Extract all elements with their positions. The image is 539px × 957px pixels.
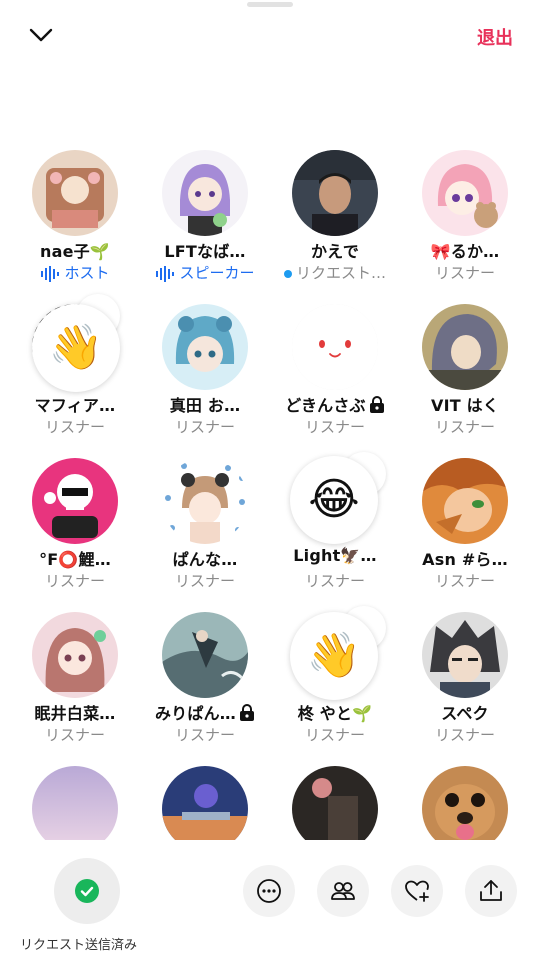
participant-role: リスナー — [44, 726, 105, 744]
favorite-add-button[interactable] — [391, 865, 443, 917]
avatar — [162, 612, 248, 698]
participant-name: みりぱん… — [140, 700, 270, 724]
lock-icon — [240, 704, 254, 721]
more-options-button[interactable] — [243, 865, 295, 917]
request-dot-icon — [283, 269, 292, 278]
participant-role: リスナー — [304, 418, 365, 436]
avatar — [292, 304, 378, 390]
avatar — [32, 150, 118, 236]
check-icon — [75, 879, 99, 903]
avatar — [292, 766, 378, 840]
share-button[interactable] — [465, 865, 517, 917]
avatar — [162, 304, 248, 390]
participant-role: リスナー — [174, 418, 235, 436]
people-icon — [331, 882, 355, 900]
participant-role: リスナー — [174, 572, 235, 590]
request-sent-button[interactable] — [54, 858, 120, 924]
participant-name: Asn #ら… — [422, 550, 508, 569]
participant-role: リスナー — [434, 264, 495, 282]
avatar — [32, 458, 118, 544]
participant-role: リスナー — [434, 572, 495, 590]
lock-icon — [369, 396, 384, 413]
participant-name: Light🦅… — [293, 546, 377, 565]
collapse-button[interactable] — [24, 20, 60, 50]
audio-wave-icon — [156, 265, 175, 282]
participants-button[interactable] — [317, 865, 369, 917]
laugh-icon: 😂 — [308, 474, 360, 525]
bottom-action-bar: リクエスト送信済み — [0, 840, 539, 957]
participant-name: LFTなば… — [164, 242, 246, 261]
audio-wave-icon — [41, 265, 60, 282]
participant-role: リスナー — [434, 726, 495, 744]
participant-name: nae子🌱 — [40, 242, 110, 261]
participant-role: リスナー — [304, 726, 365, 744]
avatar — [422, 150, 508, 236]
avatar — [32, 766, 118, 840]
participant-name: °F⭕鯉… — [39, 550, 111, 569]
request-sent-label: リクエスト送信済み — [20, 938, 138, 953]
participant-name: 眠井白菜… — [34, 704, 116, 723]
avatar — [292, 150, 378, 236]
participant-role: ホスト — [10, 262, 140, 283]
participant-role: リスナー — [44, 418, 105, 436]
participant-name: どきんさぶ — [270, 392, 400, 416]
participant-role: リスナー — [304, 572, 365, 590]
avatar — [422, 458, 508, 544]
avatar — [32, 612, 118, 698]
participant-name: ぱんな… — [172, 550, 238, 569]
participant-role: リスナー — [174, 726, 235, 744]
more-icon — [257, 879, 281, 903]
participant-name: マフィア… — [34, 396, 116, 415]
participant-role: リスナー — [44, 572, 105, 590]
participant-name: 真田 お… — [169, 396, 241, 415]
heart-add-icon — [405, 880, 429, 902]
reaction-bubble: 👋 — [290, 612, 378, 700]
avatar — [422, 304, 508, 390]
participant-name: スペク — [441, 704, 489, 723]
participant-name: かえで — [310, 242, 360, 261]
participant-name: VIT はく — [430, 396, 500, 415]
leave-button[interactable]: 退出 — [477, 24, 513, 50]
participant-role: リクエスト… — [270, 262, 400, 283]
avatar — [422, 766, 508, 840]
reaction-bubble: 😂 — [290, 456, 378, 544]
avatar — [162, 766, 248, 840]
share-icon — [480, 880, 502, 901]
drag-handle[interactable] — [247, 2, 293, 7]
participant-grid: nae子🌱 ホスト LFTなば… スピーカー かえで リクエスト… 🎀るか… リ… — [0, 140, 539, 840]
chevron-down-icon — [29, 28, 53, 42]
participant-role: リスナー — [434, 418, 495, 436]
avatar — [162, 458, 248, 544]
reaction-bubble: 👋 — [32, 304, 120, 392]
participant-name: 🎀るか… — [430, 242, 500, 261]
participant-role: スピーカー — [140, 262, 270, 283]
wave-icon: 👋 — [306, 630, 362, 681]
avatar — [162, 150, 248, 236]
participant-name: 柊 やと🌱 — [297, 704, 373, 723]
avatar — [422, 612, 508, 698]
wave-icon: 👋 — [48, 322, 104, 373]
